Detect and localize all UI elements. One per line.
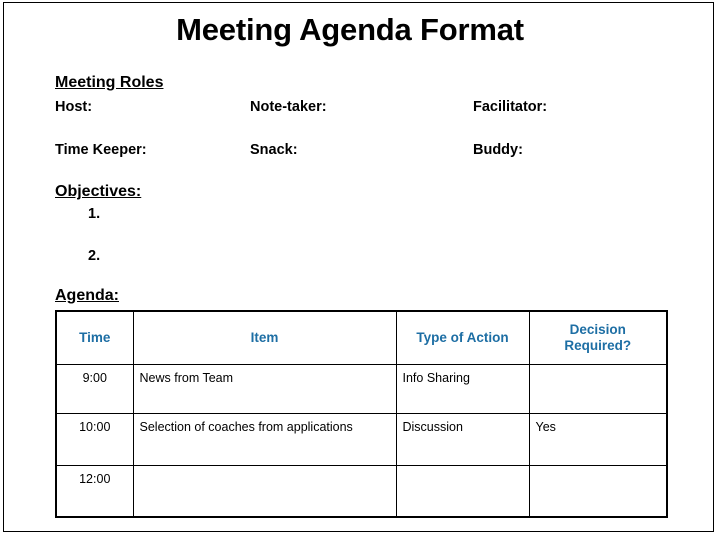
table-row: 10:00 Selection of coaches from applicat… (55, 413, 668, 466)
cell-decision-required (528, 364, 668, 414)
role-label-note-taker: Note-taker: (250, 99, 327, 115)
agenda-heading: Agenda: (55, 287, 119, 304)
table-row: 9:00 News from Team Info Sharing (55, 364, 668, 414)
cell-time: 12:00 (55, 465, 134, 518)
column-header-decision-required: Decision Required? (528, 310, 668, 365)
column-header-item: Item (132, 310, 397, 365)
column-header-decision-line1: Decision (569, 322, 626, 337)
cell-item: News from Team (132, 364, 397, 414)
cell-item: Selection of coaches from applications (132, 413, 397, 466)
objective-item: 2. (88, 248, 101, 264)
meeting-roles-heading: Meeting Roles (55, 74, 164, 91)
table-row: 12:00 (55, 465, 668, 518)
table-header-row: Time Item Type of Action Decision Requir… (55, 310, 668, 365)
cell-decision-required (528, 465, 668, 518)
cell-time: 10:00 (55, 413, 134, 466)
cell-type-of-action (395, 465, 530, 518)
agenda-table: Time Item Type of Action Decision Requir… (55, 310, 668, 518)
cell-decision-required: Yes (528, 413, 668, 466)
column-header-type-of-action: Type of Action (395, 310, 530, 365)
cell-type-of-action: Info Sharing (395, 364, 530, 414)
cell-type-of-action: Discussion (395, 413, 530, 466)
column-header-decision-line2: Required? (564, 338, 632, 353)
objective-item: 1. (88, 206, 101, 222)
cell-item (132, 465, 397, 518)
slide-canvas: Meeting Agenda Format Meeting Roles Host… (0, 0, 720, 540)
role-label-time-keeper: Time Keeper: (55, 142, 147, 158)
role-label-buddy: Buddy: (473, 142, 523, 158)
role-label-host: Host: (55, 99, 93, 115)
cell-time: 9:00 (55, 364, 134, 414)
role-label-snack: Snack: (250, 142, 298, 158)
page-title: Meeting Agenda Format (176, 12, 524, 47)
column-header-time: Time (55, 310, 134, 365)
objectives-heading: Objectives: (55, 183, 142, 200)
role-label-facilitator: Facilitator: (473, 99, 548, 115)
